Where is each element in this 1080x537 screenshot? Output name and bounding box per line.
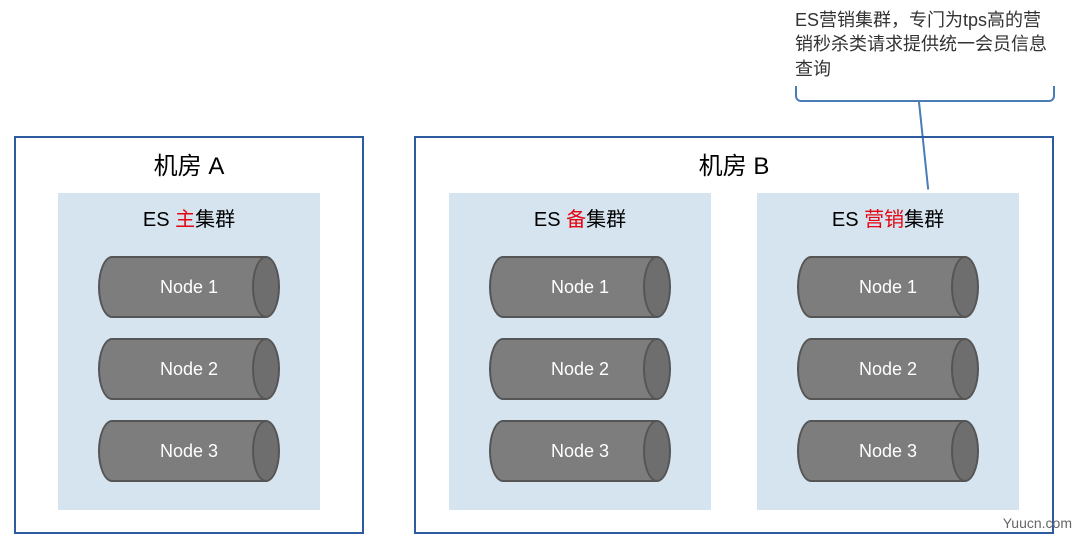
cluster-prefix: ES — [832, 209, 864, 231]
cluster-main: ES 主集群 Node 1 Node 2 — [58, 193, 320, 510]
cluster-header: ES 营销集群 — [832, 203, 944, 232]
cluster-highlight: 备 — [566, 209, 586, 231]
node-label: Node 2 — [859, 359, 917, 380]
node-cylinder: Node 2 — [98, 338, 280, 400]
room-a: 机房 A ES 主集群 Node 1 Node 2 — [14, 136, 364, 534]
cylinder-cap-icon — [252, 420, 280, 482]
node-cylinder: Node 1 — [797, 256, 979, 318]
room-title: 机房 A — [154, 146, 225, 181]
cylinder-cap-icon — [643, 420, 671, 482]
cluster-prefix: ES — [534, 209, 566, 231]
node-label: Node 3 — [160, 441, 218, 462]
cylinder-cap-icon — [951, 420, 979, 482]
node-label: Node 1 — [859, 277, 917, 298]
cylinder-cap-icon — [252, 256, 280, 318]
cylinder-cap-icon — [951, 256, 979, 318]
cylinder-cap-icon — [252, 338, 280, 400]
node-cylinder: Node 2 — [489, 338, 671, 400]
node-cylinder: Node 3 — [98, 420, 280, 482]
cylinder-cap-icon — [643, 338, 671, 400]
node-label: Node 3 — [859, 441, 917, 462]
node-cylinder: Node 3 — [489, 420, 671, 482]
room-b: 机房 B ES 备集群 Node 1 Node 2 — [414, 136, 1054, 534]
cluster-suffix: 集群 — [586, 209, 626, 231]
cluster-highlight: 营销 — [864, 209, 904, 231]
node-cylinder: Node 1 — [489, 256, 671, 318]
room-title: 机房 B — [699, 146, 770, 181]
node-cylinder: Node 2 — [797, 338, 979, 400]
cluster-prefix: ES — [143, 209, 175, 231]
watermark: Yuucn.com — [1003, 515, 1072, 531]
node-label: Node 2 — [551, 359, 609, 380]
cluster-highlight: 主 — [175, 209, 195, 231]
node-label: Node 1 — [160, 277, 218, 298]
cluster-header: ES 主集群 — [143, 203, 235, 232]
rooms-container: 机房 A ES 主集群 Node 1 Node 2 — [14, 136, 1054, 534]
cluster-backup: ES 备集群 Node 1 Node 2 — [449, 193, 711, 510]
cluster-suffix: 集群 — [904, 209, 944, 231]
node-label: Node 2 — [160, 359, 218, 380]
clusters-row: ES 备集群 Node 1 Node 2 — [434, 193, 1034, 510]
node-cylinder: Node 1 — [98, 256, 280, 318]
node-label: Node 1 — [551, 277, 609, 298]
callout-text: ES营销集群，专门为tps高的营销秒杀类请求提供统一会员信息查询 — [795, 8, 1055, 81]
cylinder-cap-icon — [951, 338, 979, 400]
node-label: Node 3 — [551, 441, 609, 462]
clusters-row: ES 主集群 Node 1 Node 2 — [34, 193, 344, 510]
callout-bracket — [795, 86, 1055, 102]
cylinder-cap-icon — [643, 256, 671, 318]
cluster-marketing: ES 营销集群 Node 1 Node 2 — [757, 193, 1019, 510]
cluster-header: ES 备集群 — [534, 203, 626, 232]
cluster-suffix: 集群 — [195, 209, 235, 231]
node-cylinder: Node 3 — [797, 420, 979, 482]
